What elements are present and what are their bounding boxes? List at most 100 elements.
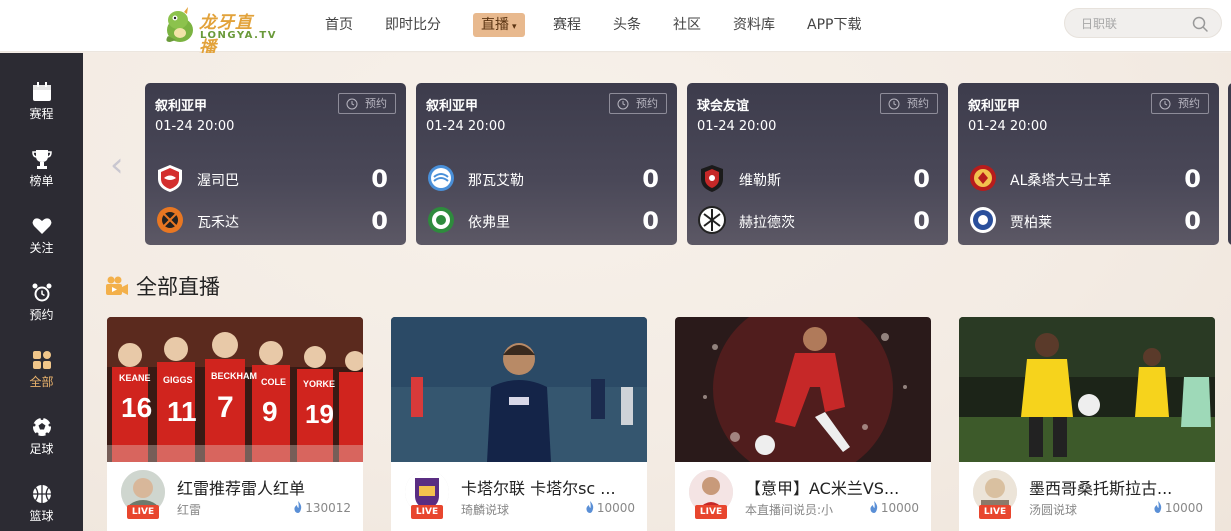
top-header: 龙牙直播 LONGYA.TV 首页 即时比分 直播 ▾ 赛程 头条 社区 资料库 … (0, 0, 1231, 58)
reserve-button[interactable]: 预约 (338, 93, 396, 114)
svg-text:COLE: COLE (261, 377, 286, 387)
dragon-mascot-icon (166, 7, 193, 42)
match-card[interactable]: 球会友谊 01-24 20:00 预约 维勒斯 0 赫拉德茨 0 (687, 83, 948, 245)
nav-community[interactable]: 社区 (673, 13, 701, 37)
team-badge-icon (158, 165, 182, 192)
match-card[interactable]: 叙利亚甲 01-24 20:00 预约 那瓦艾勒 0 依弗里 0 (416, 83, 677, 245)
team-score: 0 (1184, 165, 1201, 193)
away-team: 赫拉德茨 0 (697, 205, 938, 239)
search-input[interactable] (1081, 15, 1181, 33)
sidebar-item-label: 足球 (29, 442, 54, 456)
sidebar-item-label: 预约 (29, 308, 54, 322)
match-league: 叙利亚甲 (155, 99, 208, 114)
reserve-button[interactable]: 预约 (880, 93, 938, 114)
reserve-label: 预约 (1178, 97, 1200, 110)
fire-icon (294, 501, 302, 513)
team-score: 0 (913, 207, 930, 235)
stream-thumbnail (959, 317, 1215, 462)
streamer-name: 琦麟说球 (461, 503, 510, 517)
live-stream-card[interactable]: LIVE 卡塔尔联 卡塔尔sc ... 琦麟说球 10000 (391, 317, 647, 531)
reserve-label: 预约 (636, 97, 658, 110)
nav-home[interactable]: 首页 (325, 13, 353, 37)
fire-icon (586, 501, 594, 513)
sidebar-item-rankings[interactable]: 榜单 (0, 148, 83, 208)
sidebar-item-label: 全部 (29, 375, 54, 389)
sidebar-item-follow[interactable]: 关注 (0, 215, 83, 275)
match-time: 01-24 20:00 (697, 119, 777, 134)
logo-domain: LONGYA.TV (200, 30, 277, 41)
team-badge-icon (970, 207, 996, 233)
svg-text:11: 11 (167, 396, 197, 427)
away-team: 贾柏莱 0 (968, 205, 1209, 239)
live-stream-card[interactable]: LIVE 【意甲】AC米兰VS... 本直播间说员:小 10000 (675, 317, 931, 531)
team-score: 0 (371, 165, 388, 193)
sidebar-item-basketball[interactable]: 篮球 (0, 483, 83, 531)
sidebar-item-football[interactable]: 足球 (0, 416, 83, 476)
section-title: 全部直播 (136, 275, 220, 299)
reserve-label: 预约 (907, 97, 929, 110)
clock-icon (617, 98, 629, 110)
clock-icon (888, 98, 900, 110)
popularity-count: 130012 (293, 501, 351, 515)
live-stream-card[interactable]: LIVE 墨西哥桑托斯拉古... 汤圆说球 10000 (959, 317, 1215, 531)
sidebar: 赛程 榜单 关注 预约 全部 足球 篮球 (0, 53, 83, 531)
nav-app-download[interactable]: APP下载 (807, 13, 861, 37)
reserve-label: 预约 (365, 97, 387, 110)
nav-live-score[interactable]: 即时比分 (385, 13, 441, 37)
team-name: 渥司巴 (197, 173, 239, 189)
svg-text:YORKE: YORKE (303, 379, 335, 389)
team-name: 贾柏莱 (1010, 215, 1052, 231)
svg-text:7: 7 (217, 391, 234, 424)
home-team: 那瓦艾勒 0 (426, 163, 667, 197)
basketball-icon (32, 485, 51, 503)
popularity-value: 10000 (880, 501, 919, 515)
svg-text:16: 16 (121, 392, 152, 423)
svg-text:GIGGS: GIGGS (163, 375, 193, 385)
heart-icon (32, 218, 51, 234)
live-badge: LIVE (127, 505, 159, 519)
clock-icon (346, 98, 358, 110)
nav-database[interactable]: 资料库 (733, 13, 775, 37)
match-card[interactable]: 叙利亚甲 01-24 20:00 预约 渥司巴 0 瓦禾达 0 (145, 83, 406, 245)
svg-text:KEANE: KEANE (119, 373, 151, 383)
team-score: 0 (642, 207, 659, 235)
team-badge-icon (157, 207, 183, 233)
match-league: 球会友谊 (697, 99, 750, 114)
sidebar-item-label: 榜单 (29, 174, 54, 188)
streamer-name: 本直播间说员:小 (745, 503, 834, 517)
caret-down-icon: ▾ (512, 22, 517, 32)
sidebar-item-schedule[interactable]: 赛程 (0, 81, 83, 141)
nav-headlines[interactable]: 头条 (613, 13, 641, 37)
live-badge: LIVE (411, 505, 443, 519)
sidebar-item-reservation[interactable]: 预约 (0, 282, 83, 342)
sidebar-item-label: 篮球 (29, 509, 54, 523)
team-score: 0 (371, 207, 388, 235)
trophy-icon (31, 150, 52, 169)
stream-thumbnail (675, 317, 931, 462)
team-badge-icon (970, 165, 996, 191)
alarm-clock-icon (32, 283, 51, 302)
live-badge: LIVE (695, 505, 727, 519)
team-name: 赫拉德茨 (739, 215, 795, 231)
live-stream-card[interactable]: KEANE 16 GIGGS 11 BECKHAM 7 COLE 9 YORKE 19 L… (107, 317, 363, 531)
sidebar-item-label: 赛程 (29, 107, 54, 121)
match-time: 01-24 20:00 (968, 119, 1048, 134)
team-name: 瓦禾达 (197, 215, 239, 231)
team-score: 0 (1184, 207, 1201, 235)
main-content: ‹ 叙利亚甲 01-24 20:00 预约 渥司巴 0 瓦禾达 0 叙利亚甲 0… (83, 53, 1231, 531)
nav-schedule[interactable]: 赛程 (553, 13, 581, 37)
stream-title: 红雷推荐雷人红单 (177, 479, 306, 498)
carousel-prev-arrow-icon[interactable]: ‹ (110, 145, 124, 185)
live-badge: LIVE (979, 505, 1011, 519)
nav-live[interactable]: 直播 ▾ (473, 13, 525, 37)
match-card[interactable]: 叙利亚甲 01-24 20:00 预约 AL桑塔大马士革 0 贾柏莱 0 (958, 83, 1219, 245)
popularity-count: 10000 (585, 501, 635, 515)
team-badge-icon (428, 207, 454, 233)
svg-text:19: 19 (305, 399, 334, 429)
reserve-button[interactable]: 预约 (1151, 93, 1209, 114)
match-time: 01-24 20:00 (155, 119, 235, 134)
search-icon[interactable] (1191, 15, 1209, 33)
site-logo[interactable]: 龙牙直播 LONGYA.TV (162, 4, 275, 58)
sidebar-item-all[interactable]: 全部 (0, 349, 83, 409)
reserve-button[interactable]: 预约 (609, 93, 667, 114)
